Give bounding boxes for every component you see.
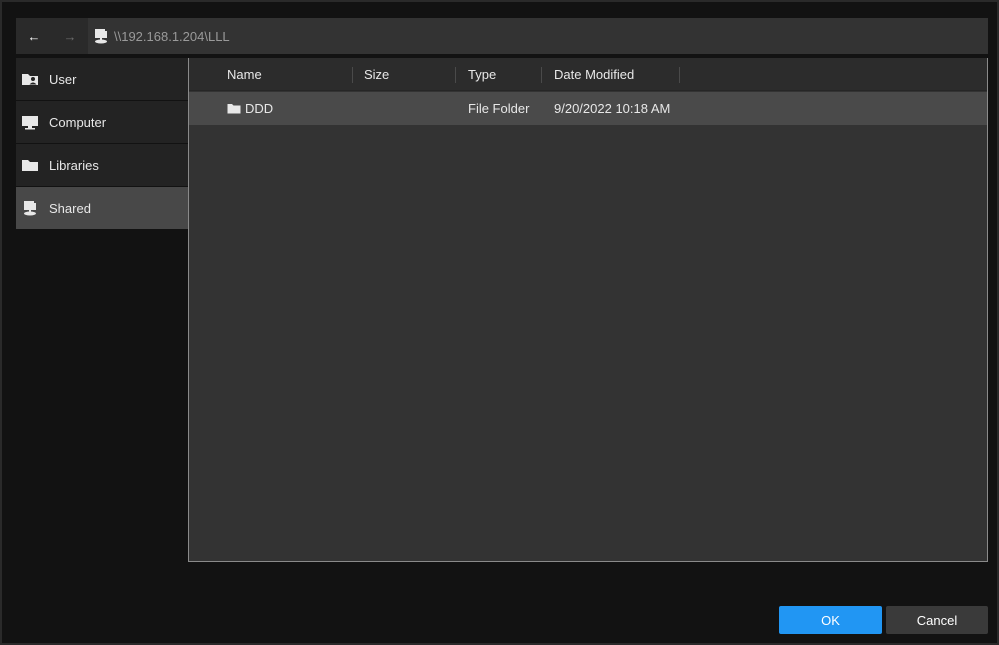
row-date-modified: 9/20/2022 10:18 AM	[554, 101, 671, 116]
column-separator[interactable]	[352, 67, 353, 83]
column-header-type[interactable]: Type	[468, 58, 496, 91]
sidebar-item-shared[interactable]: Shared	[16, 187, 188, 229]
network-share-icon	[21, 200, 39, 216]
sidebar-item-label: Libraries	[49, 157, 99, 173]
network-share-icon	[94, 28, 108, 44]
sidebar-item-label: User	[49, 71, 77, 87]
cancel-button[interactable]: Cancel	[886, 606, 988, 634]
sidebar-item-user[interactable]: User	[16, 58, 188, 100]
row-type: File Folder	[468, 101, 530, 116]
forward-button[interactable]: →	[52, 18, 88, 54]
column-header-size[interactable]: Size	[364, 58, 389, 91]
monitor-icon	[21, 114, 39, 130]
path-text: \\192.168.1.204\LLL	[114, 28, 230, 44]
arrow-right-icon: →	[63, 28, 77, 44]
file-list-header: Name Size Type Date Modified	[189, 58, 987, 91]
sidebar-item-label: Shared	[49, 200, 91, 216]
row-name: DDD	[245, 101, 274, 116]
sidebar-item-libraries[interactable]: Libraries	[16, 144, 188, 186]
user-folder-icon	[21, 71, 39, 87]
arrow-left-icon: ←	[27, 28, 41, 44]
path-bar[interactable]: \\192.168.1.204\LLL	[88, 18, 988, 54]
back-button[interactable]: ←	[16, 18, 52, 54]
column-separator[interactable]	[455, 67, 456, 83]
folder-icon	[227, 103, 241, 114]
column-separator[interactable]	[679, 67, 680, 83]
file-browser-dialog: ← → \\192.168.1.204\LLL User Computer Li…	[0, 0, 999, 645]
navigation-bar: ← → \\192.168.1.204\LLL	[16, 18, 988, 54]
sidebar: User Computer Libraries Shared	[16, 58, 188, 229]
row-name-cell: DDD	[227, 92, 273, 125]
column-header-date-modified[interactable]: Date Modified	[554, 58, 634, 91]
column-separator[interactable]	[541, 67, 542, 83]
file-list: Name Size Type Date Modified DDD File Fo…	[188, 58, 988, 562]
ok-button[interactable]: OK	[779, 606, 882, 634]
sidebar-item-computer[interactable]: Computer	[16, 101, 188, 143]
table-row[interactable]: DDD File Folder 9/20/2022 10:18 AM	[189, 92, 987, 125]
folder-icon	[21, 157, 39, 173]
column-header-name[interactable]: Name	[227, 58, 262, 91]
sidebar-item-label: Computer	[49, 114, 107, 130]
